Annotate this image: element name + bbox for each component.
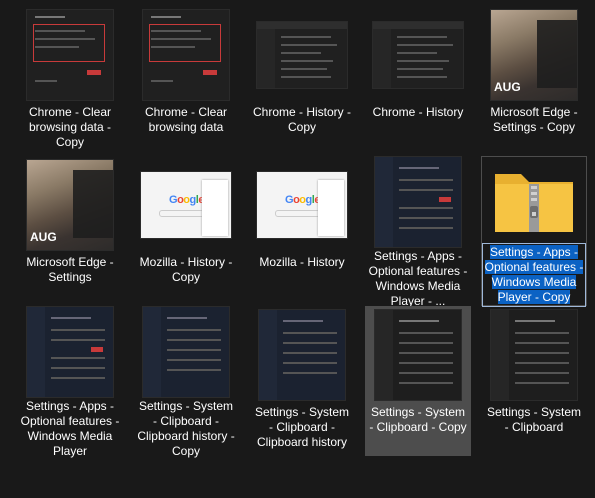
file-item[interactable]: AUG Microsoft Edge - Settings [17,156,123,306]
image-thumbnail: AUG [491,10,577,100]
file-item[interactable]: Chrome - Clear browsing data [133,6,239,156]
file-item-hovered[interactable]: Settings - System - Clipboard - Copy [365,306,471,456]
file-label: Chrome - History - Copy [252,105,351,134]
file-label: Settings - System - Clipboard [486,405,582,434]
zip-folder-icon [495,174,573,232]
file-label: Chrome - History [372,105,464,119]
photo-text: AUG [30,230,57,244]
file-item[interactable]: AUG Microsoft Edge - Settings - Copy [481,6,587,156]
file-grid: Chrome - Clear browsing data - Copy Chro… [12,6,592,458]
file-label: Chrome - Clear browsing data - Copy [28,105,112,149]
image-thumbnail [491,310,577,400]
file-item[interactable]: Settings - System - Clipboard - Clipboar… [133,306,239,458]
file-label: Settings - Apps - Optional features - Wi… [368,249,468,308]
file-item[interactable]: Google Mozilla - History [249,156,355,306]
file-item-selected[interactable]: Settings - Apps - Optional features - Wi… [481,156,587,307]
file-item[interactable]: Chrome - History - Copy [249,6,355,156]
image-thumbnail [257,22,347,88]
file-label: Microsoft Edge - Settings - Copy [490,105,578,134]
file-label: Chrome - Clear browsing data [144,105,228,134]
image-thumbnail [27,307,113,397]
image-thumbnail [375,310,461,400]
file-label: Settings - Apps - Optional features - Wi… [20,399,120,458]
image-thumbnail [375,157,461,247]
image-thumbnail: AUG [27,160,113,250]
file-item[interactable]: Chrome - History [365,6,471,156]
file-label[interactable]: Settings - Apps - Optional features - Wi… [482,243,586,307]
file-label: Settings - System - Clipboard - Copy [369,405,467,434]
file-item[interactable]: Settings - System - Clipboard - Clipboar… [249,306,355,456]
file-item[interactable]: Settings - Apps - Optional features - Wi… [17,306,123,458]
file-item[interactable]: Settings - Apps - Optional features - Wi… [365,156,471,308]
file-label: Mozilla - History - Copy [139,255,233,284]
image-thumbnail: Google [141,172,231,238]
google-logo: Google [285,194,320,206]
image-thumbnail [259,310,345,400]
file-label: Settings - System - Clipboard - Clipboar… [254,405,350,449]
google-logo: Google [169,194,204,206]
image-thumbnail [143,307,229,397]
file-item[interactable]: Settings - System - Clipboard [481,306,587,456]
file-label: Settings - System - Clipboard - Clipboar… [137,399,235,458]
image-thumbnail [373,22,463,88]
file-label: Mozilla - History [259,255,345,269]
file-item[interactable]: Chrome - Clear browsing data - Copy [17,6,123,156]
file-item[interactable]: Google Mozilla - History - Copy [133,156,239,306]
photo-text: AUG [494,80,521,94]
image-thumbnail [143,10,229,100]
image-thumbnail: Google [257,172,347,238]
file-label: Microsoft Edge - Settings [26,255,114,284]
image-thumbnail [27,10,113,100]
